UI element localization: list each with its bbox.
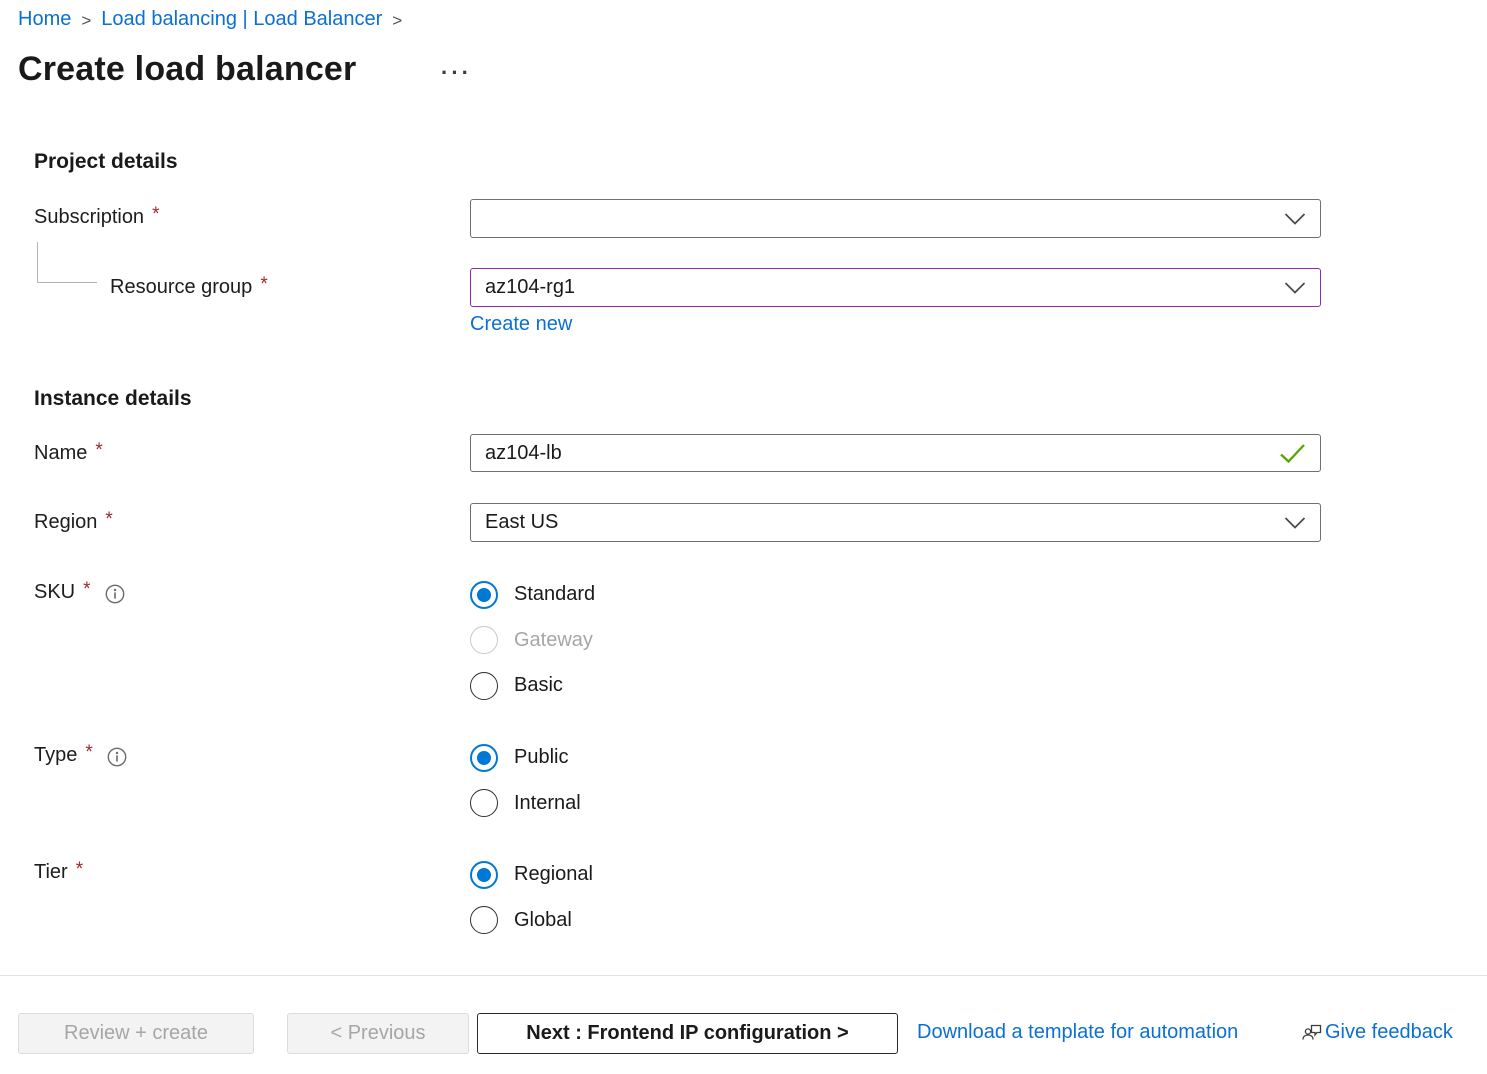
project-details-heading: Project details [34, 150, 178, 174]
required-marker: * [85, 742, 92, 764]
sku-radio-standard[interactable]: Standard [470, 572, 595, 618]
radio-icon [470, 672, 498, 700]
more-actions-icon[interactable]: ··· [441, 60, 472, 86]
review-create-button[interactable]: Review + create [18, 1013, 254, 1054]
instance-details-heading: Instance details [34, 387, 192, 411]
type-label: Type* [34, 744, 127, 767]
feedback-icon [1301, 1022, 1323, 1043]
tier-radio-global[interactable]: Global [470, 898, 593, 944]
required-marker: * [260, 274, 267, 296]
sku-radio-basic[interactable]: Basic [470, 663, 595, 709]
radio-icon [470, 789, 498, 817]
sku-label: SKU* [34, 581, 125, 604]
footer-divider [0, 975, 1487, 976]
valid-check-icon [1279, 443, 1306, 464]
type-radio-public[interactable]: Public [470, 735, 581, 781]
next-frontend-ip-button[interactable]: Next : Frontend IP configuration > [477, 1013, 898, 1054]
chevron-right-icon: > [392, 9, 402, 31]
radio-icon [470, 861, 498, 889]
sku-radio-group: Standard Gateway Basic [470, 572, 595, 709]
give-feedback-link[interactable]: Give feedback [1325, 1021, 1453, 1044]
radio-icon [470, 744, 498, 772]
create-load-balancer-page: Home > Load balancing | Load Balancer > … [0, 0, 1487, 1074]
region-value: East US [485, 511, 1276, 534]
region-select[interactable]: East US [470, 503, 1321, 542]
sku-radio-gateway[interactable]: Gateway [470, 618, 595, 664]
breadcrumb-home-link[interactable]: Home [18, 8, 71, 31]
resource-group-value: az104-rg1 [485, 276, 1276, 299]
tier-radio-group: Regional Global [470, 852, 593, 943]
download-template-link[interactable]: Download a template for automation [917, 1021, 1238, 1044]
required-marker: * [83, 579, 90, 601]
page-title: Create load balancer [18, 50, 356, 89]
breadcrumb: Home > Load balancing | Load Balancer > [18, 8, 402, 31]
type-radio-internal[interactable]: Internal [470, 781, 581, 827]
chevron-down-icon [1284, 282, 1306, 294]
resource-group-label: Resource group* [110, 276, 268, 299]
resource-group-select[interactable]: az104-rg1 [470, 268, 1321, 307]
region-label: Region* [34, 511, 113, 534]
radio-icon [470, 581, 498, 609]
subscription-select[interactable] [470, 199, 1321, 238]
name-input[interactable] [485, 442, 1271, 465]
tier-radio-regional[interactable]: Regional [470, 852, 593, 898]
name-field-wrap [470, 434, 1321, 472]
radio-icon [470, 626, 498, 654]
required-marker: * [76, 859, 83, 881]
subscription-label: Subscription* [34, 206, 159, 229]
name-label: Name* [34, 442, 103, 465]
subscription-resource-group-connector [37, 242, 97, 283]
info-icon[interactable] [105, 584, 125, 604]
give-feedback-wrap: Give feedback [1301, 1021, 1453, 1044]
previous-button[interactable]: < Previous [287, 1013, 469, 1054]
chevron-down-icon [1284, 213, 1306, 225]
chevron-down-icon [1284, 517, 1306, 529]
type-radio-group: Public Internal [470, 735, 581, 826]
required-marker: * [105, 509, 112, 531]
tier-label: Tier* [34, 861, 83, 884]
radio-icon [470, 906, 498, 934]
create-new-link[interactable]: Create new [470, 313, 572, 336]
required-marker: * [95, 440, 102, 462]
required-marker: * [152, 204, 159, 226]
chevron-right-icon: > [81, 9, 91, 31]
breadcrumb-load-balancer-link[interactable]: Load balancing | Load Balancer [101, 8, 382, 31]
info-icon[interactable] [107, 747, 127, 767]
